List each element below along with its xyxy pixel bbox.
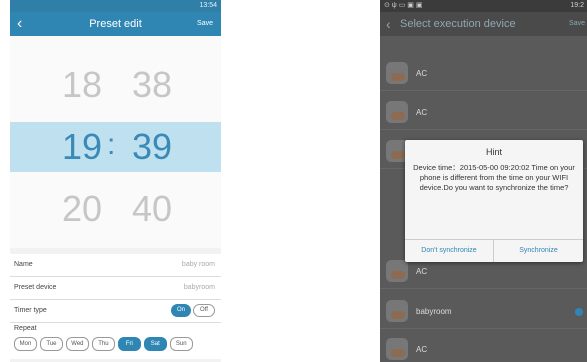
- timer-type-label: Timer type: [14, 307, 47, 314]
- device-item[interactable]: AC: [380, 58, 587, 91]
- picker-row-above[interactable]: 18 38: [10, 60, 221, 110]
- notification-icons: ⊙ ψ ▭ ▣ ▣: [384, 2, 423, 9]
- day-fri[interactable]: Fri: [117, 337, 141, 351]
- device-thumbnail: [386, 101, 408, 123]
- preset-device-value[interactable]: babyroom: [184, 277, 215, 299]
- preset-device-label: Preset device: [14, 284, 57, 291]
- app-header: ‹ Preset edit Save: [10, 12, 221, 36]
- status-bar-right: ⊙ ψ ▭ ▣ ▣ 19:2: [380, 0, 587, 12]
- day-wed[interactable]: Wed: [65, 337, 89, 351]
- hour-above[interactable]: 18: [52, 60, 112, 110]
- status-time-right: 19:2: [570, 2, 584, 9]
- minute-below[interactable]: 40: [122, 184, 182, 234]
- list-subheader: [380, 36, 587, 46]
- timer-on-toggle[interactable]: On: [171, 304, 191, 317]
- device-page-title: Select execution device: [400, 18, 516, 30]
- device-thumbnail: [386, 260, 408, 282]
- preset-device-row[interactable]: Preset device babyroom: [10, 277, 221, 300]
- repeat-row: Repeat Mon Tue Wed Thu Fri Sat Sun: [10, 323, 221, 359]
- device-thumbnail: [386, 300, 408, 322]
- status-time: 13:54: [199, 2, 217, 9]
- day-sun[interactable]: Sun: [169, 337, 193, 351]
- sync-button[interactable]: Synchronize: [494, 240, 583, 262]
- preset-settings: Name baby room Preset device babyroom Ti…: [10, 254, 221, 359]
- device-header: ‹ Select execution device Save: [380, 12, 587, 36]
- device-name: babyroom: [416, 307, 452, 316]
- day-selector: Mon Tue Wed Thu Fri Sat Sun: [14, 337, 194, 351]
- save-button[interactable]: Save: [197, 12, 213, 36]
- picker-row-selected[interactable]: 19 : 39: [10, 122, 221, 172]
- hour-below[interactable]: 20: [52, 184, 112, 234]
- device-name: AC: [416, 108, 428, 117]
- page-title: Preset edit: [89, 18, 142, 30]
- device-name: AC: [416, 345, 428, 354]
- dialog-title: Hint: [485, 147, 502, 157]
- timer-type-row: Timer type On Off: [10, 300, 221, 323]
- day-sat[interactable]: Sat: [143, 337, 167, 351]
- minute-above[interactable]: 38: [122, 60, 182, 110]
- day-thu[interactable]: Thu: [91, 337, 115, 351]
- timer-off-toggle[interactable]: Off: [193, 304, 215, 317]
- preset-edit-screen: 13:54 ‹ Preset edit Save 18 38 19 : 39 2…: [10, 0, 221, 362]
- day-tue[interactable]: Tue: [39, 337, 63, 351]
- dialog-message: Device time：2015-05-00 09:20:02 Time on …: [413, 163, 575, 192]
- dont-sync-button[interactable]: Don't synchronize: [405, 240, 494, 262]
- day-mon[interactable]: Mon: [14, 337, 37, 351]
- device-item[interactable]: AC: [380, 97, 587, 130]
- name-row[interactable]: Name baby room: [10, 254, 221, 277]
- device-name: AC: [416, 69, 428, 78]
- time-colon: :: [107, 128, 116, 161]
- name-value[interactable]: baby room: [182, 254, 215, 276]
- back-arrow-icon[interactable]: ‹: [386, 14, 391, 34]
- sync-time-dialog: Hint Device time：2015-05-00 09:20:02 Tim…: [405, 140, 583, 262]
- picker-row-below[interactable]: 20 40: [10, 184, 221, 234]
- hour-selected[interactable]: 19: [52, 122, 112, 172]
- repeat-label: Repeat: [14, 325, 37, 332]
- device-thumbnail: [386, 338, 408, 360]
- dialog-buttons: Don't synchronize Synchronize: [405, 239, 583, 262]
- status-bar: 13:54: [10, 0, 221, 12]
- device-item-selected[interactable]: babyroom: [380, 296, 587, 329]
- minute-selected[interactable]: 39: [122, 122, 182, 172]
- selected-check-icon[interactable]: [575, 308, 583, 316]
- device-save-button[interactable]: Save: [569, 12, 585, 36]
- time-picker[interactable]: 18 38 19 : 39 20 40: [10, 36, 221, 248]
- device-thumbnail: [386, 62, 408, 84]
- device-item[interactable]: AC: [380, 334, 587, 362]
- name-label: Name: [14, 261, 33, 268]
